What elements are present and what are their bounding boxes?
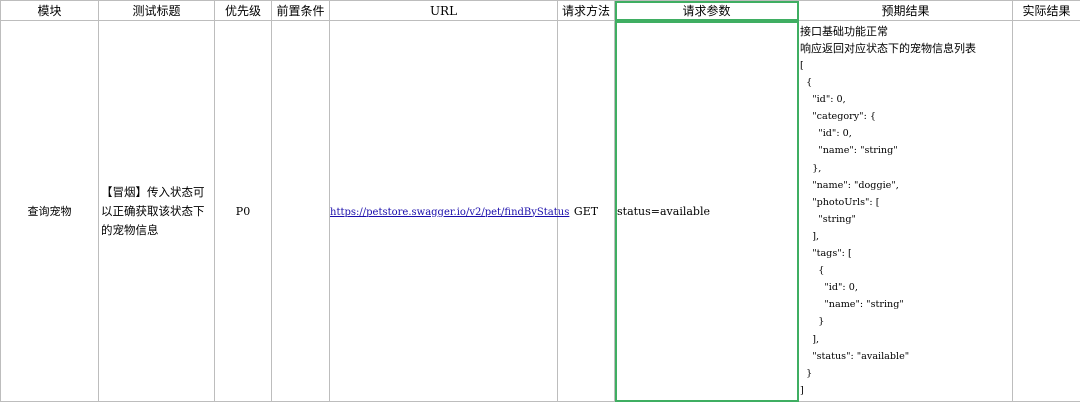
header-method[interactable]: 请求方法 [558,1,615,21]
header-priority[interactable]: 优先级 [215,1,272,21]
header-precondition[interactable]: 前置条件 [272,1,330,21]
header-test-title[interactable]: 测试标题 [99,1,215,21]
header-request-params[interactable]: 请求参数 [615,1,799,21]
header-url[interactable]: URL [330,1,558,21]
header-expected-result[interactable]: 预期结果 [799,1,1013,21]
cell-precondition[interactable] [272,21,330,402]
expected-json: [ { "id": 0, "category": { "id": 0, "nam… [800,57,1012,399]
priority-text: P0 [236,205,250,218]
url-link[interactable]: https://petstore.swagger.io/v2/pet/findB… [330,207,569,218]
module-text: 查询宠物 [28,205,72,218]
header-actual-result[interactable]: 实际结果 [1013,1,1080,21]
header-module[interactable]: 模块 [1,1,99,21]
cell-url[interactable]: https://petstore.swagger.io/v2/pet/findB… [330,21,558,402]
header-row: 模块 测试标题 优先级 前置条件 URL 请求方法 请求参数 预期结果 实际结果 [1,1,1080,21]
cell-priority[interactable]: P0 [215,21,272,402]
table-row: 查询宠物 【冒烟】传入状态可以正确获取该状态下的宠物信息 P0 https://… [1,21,1080,402]
cell-module[interactable]: 查询宠物 [1,21,99,402]
test-case-table: 模块 测试标题 优先级 前置条件 URL 请求方法 请求参数 预期结果 实际结果… [0,0,1080,402]
params-text: status=available [617,205,710,218]
cell-request-params[interactable]: status=available [615,21,799,402]
expected-line-2: 响应返回对应状态下的宠物信息列表 [800,40,1012,57]
test-title-text: 【冒烟】传入状态可以正确获取该状态下的宠物信息 [101,185,205,237]
cell-actual-result[interactable] [1013,21,1080,402]
method-text: GET [574,205,598,218]
cell-expected-result[interactable]: 接口基础功能正常 响应返回对应状态下的宠物信息列表 [ { "id": 0, "… [799,21,1013,402]
expected-line-1: 接口基础功能正常 [800,23,1012,40]
cell-test-title[interactable]: 【冒烟】传入状态可以正确获取该状态下的宠物信息 [99,21,215,402]
